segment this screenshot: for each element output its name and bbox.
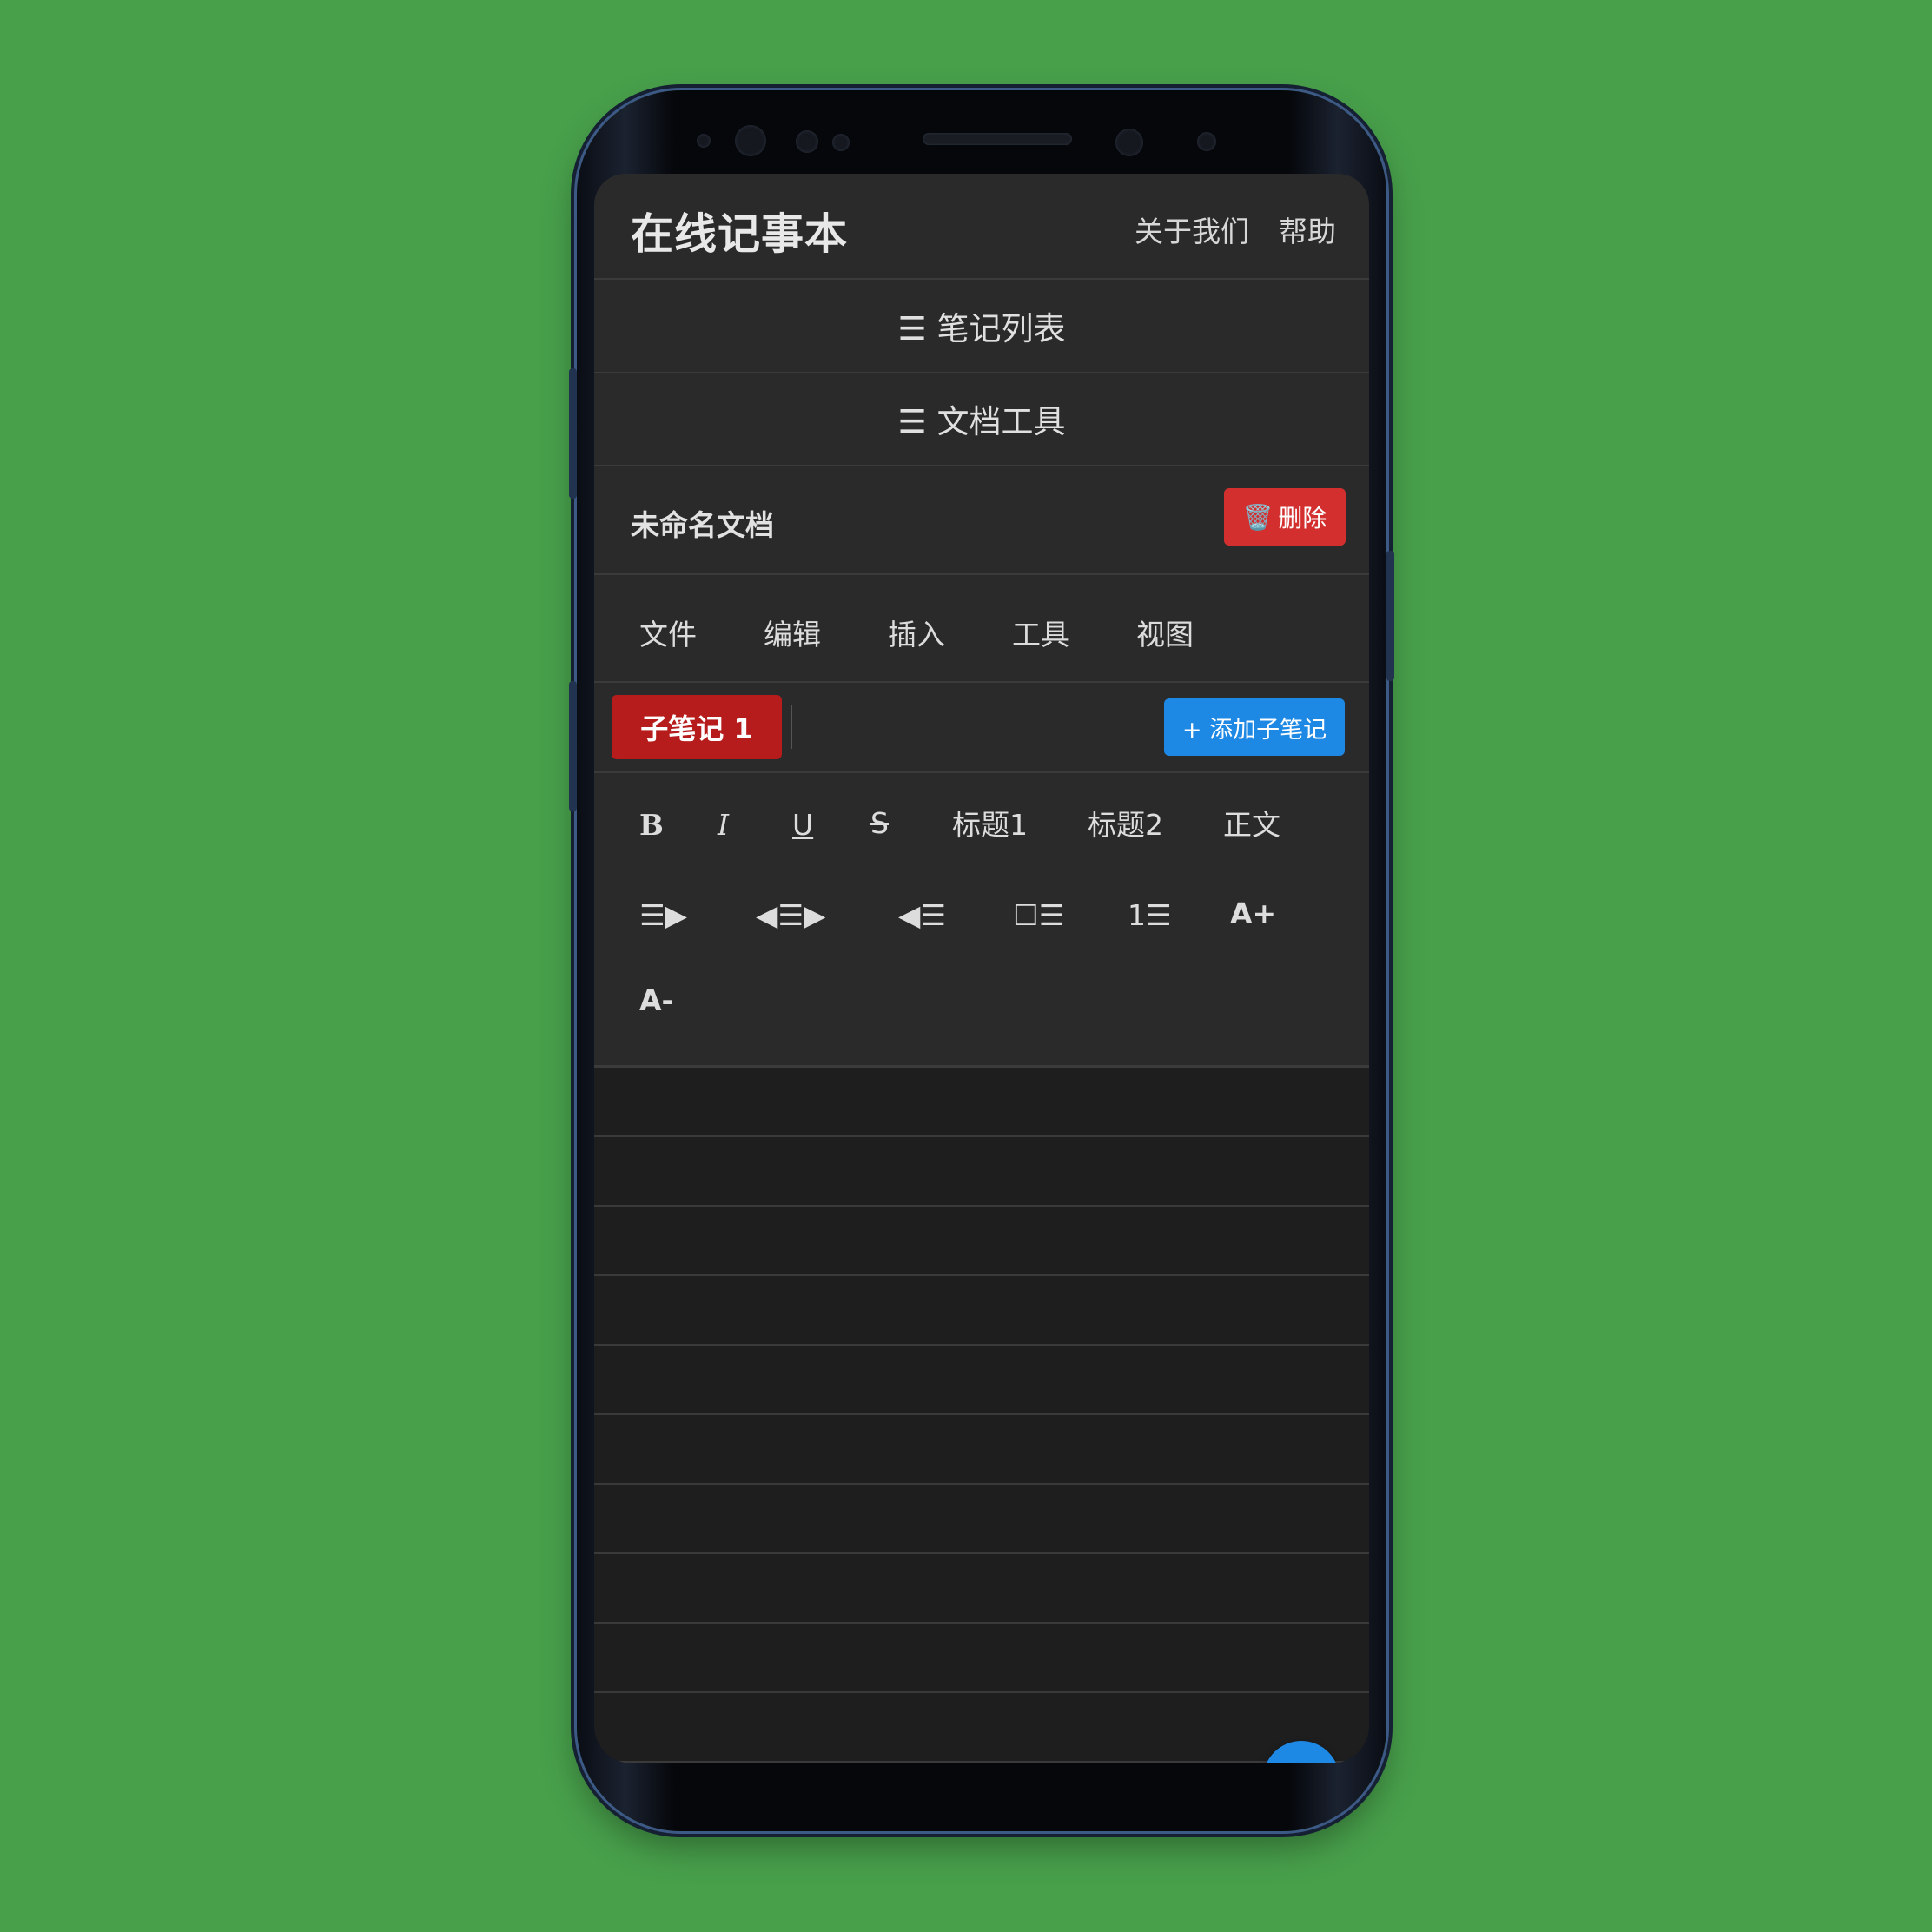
menu-view[interactable]: 视图 — [1136, 612, 1194, 653]
font-size-increase-button[interactable]: A+ — [1230, 897, 1276, 931]
delete-button-label: 删除 — [1278, 504, 1327, 533]
subnote-tabs: 子笔记 1 + 添加子笔记 — [594, 683, 1369, 773]
align-right-icon[interactable]: ☰▶ — [639, 898, 687, 933]
font-size-decrease-button[interactable]: A- — [639, 983, 673, 1018]
menu-bar: 文件 编辑 插入 工具 视图 — [594, 575, 1369, 683]
underline-button[interactable]: U — [792, 808, 813, 843]
delete-button[interactable]: 🗑️ 删除 — [1224, 488, 1346, 546]
app-title: 在线记事本 — [631, 209, 849, 259]
heading2-button[interactable]: 标题2 — [1088, 808, 1163, 843]
sensor-dot — [832, 134, 850, 151]
front-camera — [1115, 129, 1143, 156]
align-center-icon[interactable]: ◀☰▶ — [756, 898, 825, 933]
volume-down-button — [569, 681, 577, 811]
doc-tools-toggle[interactable]: ☰ 文档工具 — [594, 373, 1369, 466]
menu-file[interactable]: 文件 — [639, 612, 697, 653]
heading1-button[interactable]: 标题1 — [952, 808, 1028, 843]
format-toolbar: B I U S 标题1 标题2 正文 ☰▶ ◀☰▶ ◀☰ ☐☰ 1☰ A+ A- — [594, 773, 1369, 1068]
checklist-icon[interactable]: ☐☰ — [1013, 898, 1064, 933]
menu-insert[interactable]: 插入 — [888, 612, 945, 653]
subnote-tab-1[interactable]: 子笔记 1 — [612, 695, 782, 759]
power-button — [1386, 551, 1394, 681]
sensor-dot — [1197, 132, 1216, 151]
align-left-icon[interactable]: ◀☰ — [898, 898, 946, 933]
numbered-list-icon[interactable]: 1☰ — [1128, 898, 1172, 933]
sensor-dot — [796, 130, 818, 153]
document-header: 未命名文档 🗑️ 删除 — [594, 466, 1369, 575]
volume-up-button — [569, 368, 577, 499]
editor-area[interactable] — [594, 1068, 1369, 1763]
trash-icon: 🗑️ — [1242, 502, 1274, 532]
strikethrough-button[interactable]: S — [870, 806, 889, 841]
app-screen: 在线记事本 关于我们 帮助 ☰ 笔记列表 ☰ 文档工具 未命名文档 🗑️ 删除 … — [594, 174, 1369, 1763]
sensor-dot — [697, 134, 711, 148]
bold-button[interactable]: B — [639, 808, 664, 843]
add-subnote-button[interactable]: + 添加子笔记 — [1164, 698, 1345, 756]
body-text-button[interactable]: 正文 — [1223, 808, 1280, 843]
sensor-lens — [735, 125, 766, 156]
italic-button[interactable]: I — [718, 808, 729, 843]
notes-list-toggle[interactable]: ☰ 笔记列表 — [594, 280, 1369, 374]
app-header: 在线记事本 关于我们 帮助 — [594, 174, 1369, 280]
earpiece-speaker — [923, 133, 1072, 145]
menu-tools[interactable]: 工具 — [1012, 612, 1069, 653]
phone-frame: 在线记事本 关于我们 帮助 ☰ 笔记列表 ☰ 文档工具 未命名文档 🗑️ 删除 … — [569, 90, 1394, 1831]
menu-edit[interactable]: 编辑 — [764, 612, 821, 653]
nav-help-link[interactable]: 帮助 — [1279, 208, 1336, 250]
document-title[interactable]: 未命名文档 — [631, 502, 774, 544]
nav-about-link[interactable]: 关于我们 — [1135, 208, 1249, 250]
tab-divider — [791, 705, 792, 749]
